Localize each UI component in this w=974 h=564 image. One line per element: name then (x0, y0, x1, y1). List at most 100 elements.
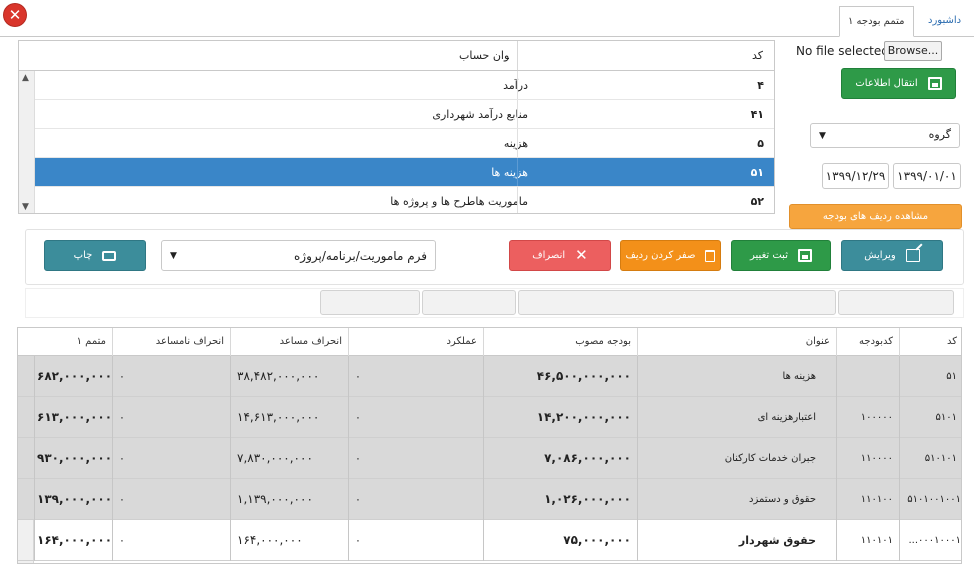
table-row[interactable]: ۵۱۰۱۰۱ ۱۱۰۰۰۰ جبران خدمات کارکنان ۷,۰۸۶,… (18, 438, 961, 479)
table-row[interactable]: ۵۱۰۱ ۱۰۰۰۰۰ اعتبارهزینه ای ۱۴,۲۰۰,۰۰۰,۰۰… (18, 397, 961, 438)
browse-button[interactable]: Browse... (884, 41, 942, 61)
header-positive-deviation: انحراف مساعد (230, 328, 348, 356)
save-changes-label: ثبت تغییر (750, 250, 788, 261)
cell-approved: ۷,۰۸۶,۰۰۰,۰۰۰ (483, 438, 637, 479)
account-row[interactable]: ماموریت هاطرح ها و پروژه ها ۵۲ (35, 187, 774, 213)
cell-budget-code (836, 356, 899, 397)
cell-supplement: ۶۸۲,۰۰۰,۰۰۰ (34, 356, 112, 397)
header-title: عنوان (637, 328, 836, 356)
cell-supplement: ۱۳۹,۰۰۰,۰۰۰ (34, 479, 112, 520)
account-row[interactable]: درآمد ۴ (35, 71, 774, 100)
cell-code: ۵۱ (899, 356, 961, 397)
transfer-data-button[interactable]: انتقال اطلاعات (841, 68, 956, 99)
tab-budget-supplement[interactable]: متمم بودجه ۱ (839, 6, 914, 37)
cell-title: جبران خدمات کارکنان (637, 438, 836, 479)
cell-positive-deviation: ۳۸,۴۸۲,۰۰۰,۰۰۰ (230, 356, 348, 397)
cell-approved: ۱,۰۲۶,۰۰۰,۰۰۰ (483, 479, 637, 520)
cell-approved: ۴۶,۵۰۰,۰۰۰,۰۰۰ (483, 356, 637, 397)
group-select[interactable]: ▼ گروه (810, 123, 960, 148)
budget-grid: کد کدبودجه عنوان بودجه مصوب عملکرد انحرا… (17, 327, 962, 564)
account-row[interactable]: منابع درآمد شهرداری ۴۱ (35, 100, 774, 129)
cell-code: ۵۱۰۱۰۱ (899, 438, 961, 479)
cell-budget-code: ۱۱۰۱۰۰ (836, 479, 899, 520)
header-performance: عملکرد (348, 328, 483, 356)
cell-supplement: ۹۳۰,۰۰۰,۰۰۰ (34, 438, 112, 479)
form-select[interactable]: ▼ فرم ماموریت/برنامه/پروژه (161, 240, 436, 271)
save-icon (797, 249, 812, 262)
file-status-text: No file selected. (796, 44, 893, 58)
cell-code: ۵۱۰۱ (899, 397, 961, 438)
tab-dashboard[interactable]: داشبورد (920, 6, 969, 37)
trash-icon (705, 249, 716, 262)
date-from-input[interactable]: ۱۳۹۹/۰۱/۰۱ (893, 163, 961, 189)
header-negative-deviation: انحراف نامساعد (112, 328, 230, 356)
zero-row-button[interactable]: صفر کردن ردیف (620, 240, 721, 271)
account-title: منابع درآمد شهرداری (432, 108, 528, 121)
account-row[interactable]: هزینه ۵ (35, 129, 774, 158)
chevron-down-icon: ▼ (170, 250, 177, 261)
save-changes-button[interactable]: ثبت تغییر (731, 240, 831, 271)
scroll-down-icon[interactable]: ▼ (22, 202, 29, 212)
account-code: ۴۱ (750, 108, 764, 121)
scroll-up-icon[interactable]: ▲ (22, 73, 29, 83)
budget-grid-header: کد کدبودجه عنوان بودجه مصوب عملکرد انحرا… (18, 328, 961, 356)
cell-performance: ۰ (348, 438, 483, 479)
group-select-value: گروه (928, 128, 951, 141)
print-label: چاپ (73, 250, 93, 261)
account-table-header: عنوان حساب کد (19, 41, 774, 71)
table-row[interactable]: ۵۱ هزینه ها ۴۶,۵۰۰,۰۰۰,۰۰۰ ۰ ۳۸,۴۸۲,۰۰۰,… (18, 356, 961, 397)
cell-code: ۵۱۰۱۰۰۱۰۰۱ (899, 479, 961, 520)
filter-box[interactable] (838, 290, 954, 315)
cell-title: اعتبارهزینه ای (637, 397, 836, 438)
cell-title: هزینه ها (637, 356, 836, 397)
cell-negative-deviation: ۰ (112, 356, 230, 397)
header-budget-code: کدبودجه (836, 328, 899, 356)
account-code: ۵۲ (750, 195, 764, 208)
header-account-code: کد (752, 49, 764, 62)
cell-supplement: ۶۱۳,۰۰۰,۰۰۰ (34, 397, 112, 438)
transfer-label: انتقال اطلاعات (855, 78, 918, 89)
cell-positive-deviation: ۷,۸۳۰,۰۰۰,۰۰۰ (230, 438, 348, 479)
close-icon[interactable]: ✕ (4, 4, 26, 26)
edit-label: ویرایش (864, 250, 896, 261)
save-icon (927, 77, 942, 90)
cancel-label: انصراف (532, 250, 566, 261)
account-code: ۴ (757, 79, 764, 92)
cell-budget-code: ۱۰۰۰۰۰ (836, 397, 899, 438)
cell-title: حقوق و دستمزد (637, 479, 836, 520)
view-budget-rows-button[interactable]: مشاهده ردیف های بودجه (789, 204, 962, 229)
date-to-input[interactable]: ۱۳۹۹/۱۲/۲۹ (822, 163, 889, 189)
edit-icon (905, 249, 920, 262)
cell-performance: ۰ (348, 356, 483, 397)
cell-performance: ۰ (348, 479, 483, 520)
form-select-value: فرم ماموریت/برنامه/پروژه (294, 249, 427, 263)
filter-box[interactable] (320, 290, 420, 315)
filter-box[interactable] (518, 290, 836, 315)
cell-code: ...۰۰۰۱۰۰۰۱ (899, 520, 961, 561)
table-row[interactable]: ...۰۰۰۱۰۰۰۱ ۱۱۰۱۰۱ حقوق شهردار ۷۵,۰۰۰,۰۰… (18, 520, 961, 561)
filter-box[interactable] (422, 290, 516, 315)
cell-negative-deviation: ۰ (112, 479, 230, 520)
view-budget-rows-label: مشاهده ردیف های بودجه (822, 211, 929, 222)
chevron-down-icon: ▼ (819, 130, 826, 141)
edit-button[interactable]: ویرایش (841, 240, 943, 271)
cell-performance: ۰ (348, 397, 483, 438)
account-table: عنوان حساب کد ▲ ▼ درآمد ۴ منابع درآمد شه… (18, 40, 775, 214)
header-code: کد (899, 328, 961, 356)
print-button[interactable]: چاپ (44, 240, 146, 271)
account-title: هزینه (503, 137, 528, 150)
account-row-selected[interactable]: هزینه ها ۵۱ (35, 158, 774, 187)
close-icon: ✕ (575, 246, 588, 264)
header-approved-budget: بودجه مصوب (483, 328, 637, 356)
account-table-scrollbar[interactable]: ▲ ▼ (19, 71, 35, 213)
cell-positive-deviation: ۱۶۴,۰۰۰,۰۰۰ (230, 520, 348, 561)
header-account-title: عنوان حساب (459, 49, 509, 62)
cell-supplement: ۱۶۴,۰۰۰,۰۰۰ (34, 520, 112, 561)
cell-negative-deviation: ۰ (112, 520, 230, 561)
cell-approved: ۷۵,۰۰۰,۰۰۰ (483, 520, 637, 561)
header-supplement: متمم ۱ (76, 336, 106, 347)
account-title: هزینه ها (491, 166, 528, 179)
cell-negative-deviation: ۰ (112, 397, 230, 438)
cancel-button[interactable]: انصراف ✕ (509, 240, 611, 271)
table-row[interactable]: ۵۱۰۱۰۰۱۰۰۱ ۱۱۰۱۰۰ حقوق و دستمزد ۱,۰۲۶,۰۰… (18, 479, 961, 520)
